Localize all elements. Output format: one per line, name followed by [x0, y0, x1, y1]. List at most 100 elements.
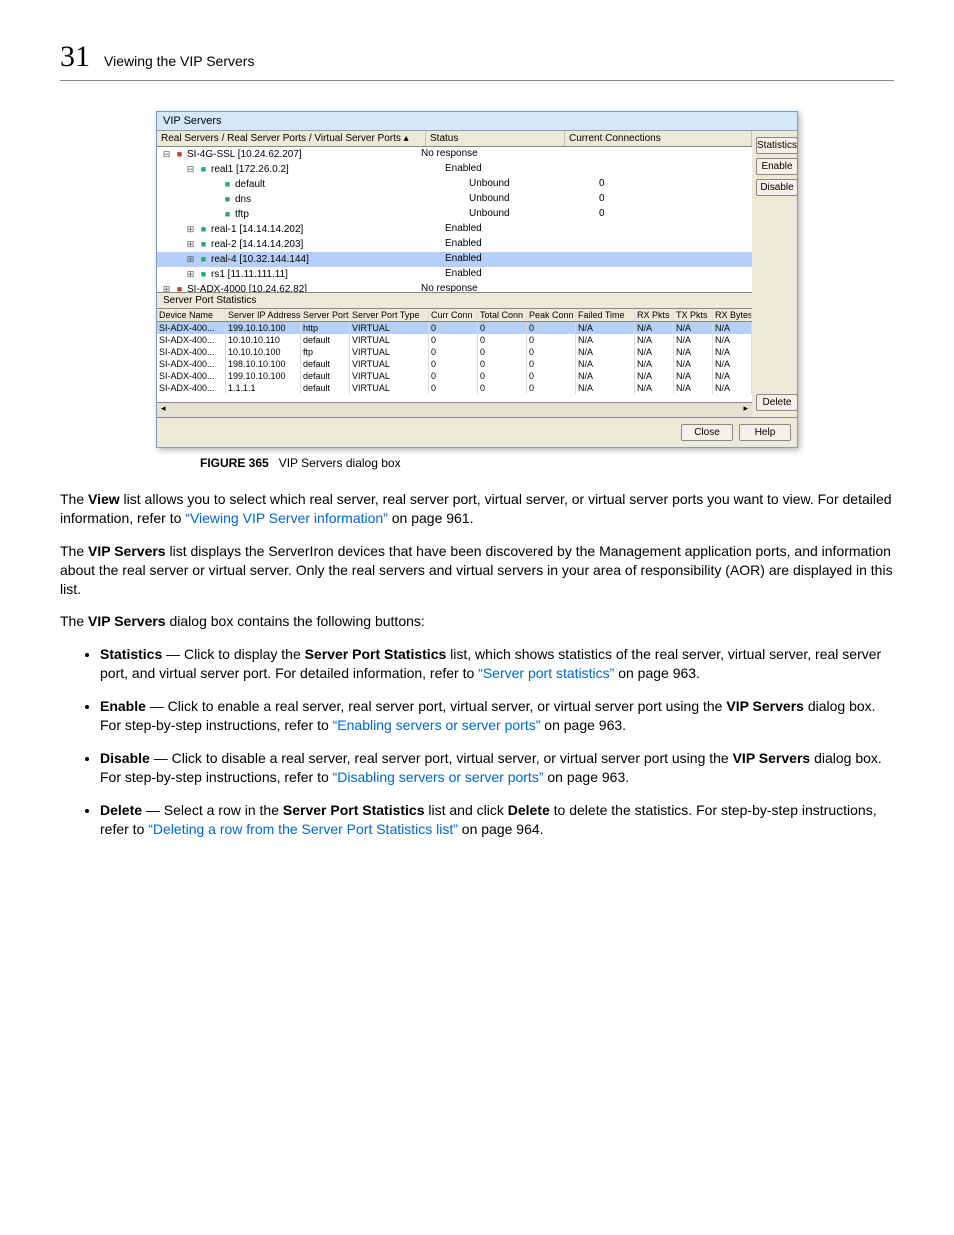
statistics-button[interactable]: Statistics: [756, 137, 798, 154]
col-server-ip[interactable]: Server IP Address: [226, 309, 301, 321]
expand-icon[interactable]: [209, 192, 220, 206]
stats-row[interactable]: SI-ADX-400...10.10.10.110defaultVIRTUAL0…: [157, 334, 752, 346]
col-total-conn[interactable]: Total Conn: [478, 309, 527, 321]
tree-row-status: Enabled: [445, 252, 575, 267]
tree-row-status: Enabled: [445, 162, 575, 177]
tree-row-label: default: [235, 179, 265, 190]
tree-row[interactable]: ⊞■rs1 [11.11.111.11]Enabled: [157, 267, 752, 282]
tree-row[interactable]: ⊞■real-1 [14.14.14.202] Enabled: [157, 222, 752, 237]
stats-table-body[interactable]: SI-ADX-400...199.10.10.100httpVIRTUAL000…: [157, 322, 752, 402]
stats-row[interactable]: SI-ADX-400...199.10.10.100httpVIRTUAL000…: [157, 322, 752, 334]
link-server-port-statistics[interactable]: “Server port statistics”: [478, 665, 614, 681]
tree-row-conn: 0: [599, 207, 752, 222]
tree-row-conn: [575, 222, 752, 237]
expand-icon[interactable]: ⊞: [185, 237, 196, 251]
tree-row-label: SI-ADX-4000 [10.24.62.82]: [187, 284, 307, 293]
bullet-enable: Enable — Click to enable a real server, …: [100, 697, 894, 735]
tree-row-status: No response: [421, 147, 551, 162]
button-descriptions-list: Statistics — Click to display the Server…: [60, 645, 894, 838]
page-title: Viewing the VIP Servers: [104, 53, 254, 69]
stats-row[interactable]: SI-ADX-400...199.10.10.100defaultVIRTUAL…: [157, 370, 752, 382]
link-disabling-servers[interactable]: “Disabling servers or server ports”: [333, 769, 544, 785]
page-header: 31 Viewing the VIP Servers: [60, 40, 894, 81]
link-viewing-vip-server-info[interactable]: “Viewing VIP Server information”: [185, 510, 388, 526]
help-button[interactable]: Help: [739, 424, 791, 441]
col-current-connections[interactable]: Current Connections: [565, 131, 752, 146]
tree-row-label: tftp: [235, 209, 249, 220]
delete-button[interactable]: Delete: [756, 394, 798, 411]
tree-row-status: Enabled: [445, 267, 575, 282]
col-device-name[interactable]: Device Name: [157, 309, 226, 321]
expand-icon[interactable]: ⊟: [185, 162, 196, 176]
tree-row[interactable]: ■defaultUnbound0: [157, 177, 752, 192]
enable-button[interactable]: Enable: [756, 158, 798, 175]
figure-caption: FIGURE 365 VIP Servers dialog box: [200, 456, 894, 470]
paragraph-view-list: The View list allows you to select which…: [60, 490, 894, 528]
port-icon: ■: [198, 222, 209, 236]
col-server-port-type[interactable]: Server Port Type: [350, 309, 429, 321]
tree-row[interactable]: ⊟■real1 [172.26.0.2]Enabled: [157, 162, 752, 177]
port-icon: ■: [198, 237, 209, 251]
expand-icon[interactable]: ⊞: [185, 267, 196, 281]
port-icon: ■: [222, 207, 233, 221]
tree-row[interactable]: ⊟■SI-4G-SSL [10.24.62.207] No response: [157, 147, 752, 162]
tree-row-label: real-1 [14.14.14.202]: [211, 224, 303, 235]
col-real-servers[interactable]: Real Servers / Real Server Ports / Virtu…: [157, 131, 426, 146]
close-button[interactable]: Close: [681, 424, 733, 441]
tree-row-conn: [575, 237, 752, 252]
stats-row[interactable]: SI-ADX-400...1.1.1.1defaultVIRTUAL000N/A…: [157, 382, 752, 394]
tree-row[interactable]: ⊞■SI-ADX-4000 [10.24.62.82] No response: [157, 282, 752, 293]
expand-icon[interactable]: ⊞: [185, 252, 196, 266]
col-status[interactable]: Status: [426, 131, 565, 146]
tree-row[interactable]: ■dnsUnbound0: [157, 192, 752, 207]
col-tx-pkts[interactable]: TX Pkts: [674, 309, 713, 321]
port-icon: ■: [222, 192, 233, 206]
col-peak-conn[interactable]: Peak Conn: [527, 309, 576, 321]
link-deleting-row[interactable]: “Deleting a row from the Server Port Sta…: [148, 821, 458, 837]
tree-row[interactable]: ■tftp Unbound0: [157, 207, 752, 222]
col-failed-time[interactable]: Failed Time: [576, 309, 635, 321]
stats-panel-title: Server Port Statistics: [157, 293, 752, 309]
paragraph-buttons-intro: The VIP Servers dialog box contains the …: [60, 612, 894, 631]
tree-row-conn: [575, 162, 752, 177]
vip-servers-dialog: VIP Servers Real Servers / Real Server P…: [156, 111, 798, 448]
col-rx-bytes[interactable]: RX Bytes: [713, 309, 752, 321]
tree-row-label: SI-4G-SSL [10.24.62.207]: [187, 149, 302, 160]
server-icon: ■: [174, 147, 185, 161]
tree-row-status: Enabled: [445, 237, 575, 252]
stats-row[interactable]: SI-ADX-400...10.10.10.100ftpVIRTUAL000N/…: [157, 346, 752, 358]
col-curr-conn[interactable]: Curr Conn: [429, 309, 478, 321]
chapter-number: 31: [60, 40, 90, 74]
tree-row[interactable]: ⊞■real-4 [10.32.144.144]Enabled: [157, 252, 752, 267]
link-enabling-servers[interactable]: “Enabling servers or server ports”: [333, 717, 541, 733]
tree-row-status: Unbound: [469, 177, 599, 192]
expand-icon[interactable]: ⊟: [161, 147, 172, 161]
figure-text: VIP Servers dialog box: [279, 456, 401, 470]
disable-button[interactable]: Disable: [756, 179, 798, 196]
tree-row-status: No response: [421, 282, 551, 293]
port-icon: ■: [198, 162, 209, 176]
port-icon: ■: [222, 177, 233, 191]
tree-row-status: Enabled: [445, 222, 575, 237]
tree-row-label: dns: [235, 194, 251, 205]
horizontal-scrollbar[interactable]: [157, 402, 752, 417]
tree-row-status: Unbound: [469, 192, 599, 207]
tree-row-label: rs1 [11.11.111.11]: [211, 269, 288, 280]
expand-icon[interactable]: ⊞: [185, 222, 196, 236]
expand-icon[interactable]: [209, 177, 220, 191]
stats-row[interactable]: SI-ADX-400...198.10.10.100defaultVIRTUAL…: [157, 358, 752, 370]
server-icon: ■: [174, 282, 185, 293]
expand-icon[interactable]: [209, 207, 220, 221]
tree-row-label: real-4 [10.32.144.144]: [211, 254, 309, 265]
tree-row[interactable]: ⊞■real-2 [14.14.14.203] Enabled: [157, 237, 752, 252]
bullet-statistics: Statistics — Click to display the Server…: [100, 645, 894, 683]
server-tree[interactable]: ⊟■SI-4G-SSL [10.24.62.207]No response⊟■r…: [157, 147, 752, 293]
col-rx-pkts[interactable]: RX Pkts: [635, 309, 674, 321]
figure-label: FIGURE 365: [200, 456, 269, 470]
tree-row-status: Unbound: [469, 207, 599, 222]
expand-icon[interactable]: ⊞: [161, 282, 172, 293]
bullet-delete: Delete — Select a row in the Server Port…: [100, 801, 894, 839]
tree-column-headers: Real Servers / Real Server Ports / Virtu…: [157, 131, 752, 147]
tree-row-label: real-2 [14.14.14.203]: [211, 239, 303, 250]
col-server-port[interactable]: Server Port: [301, 309, 350, 321]
